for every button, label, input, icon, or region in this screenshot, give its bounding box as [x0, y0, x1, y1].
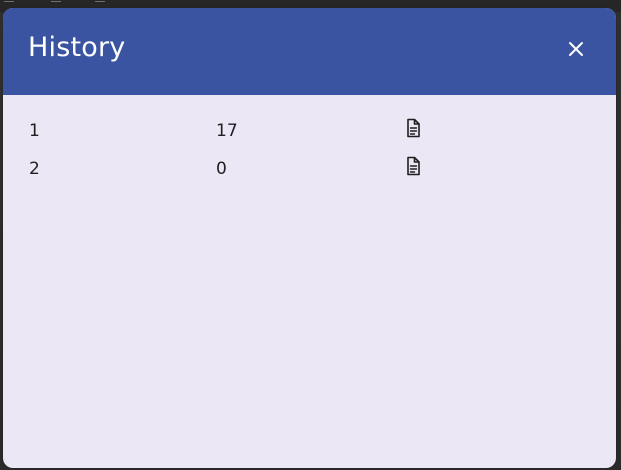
- close-button[interactable]: [567, 40, 585, 58]
- history-index: 2: [29, 159, 40, 179]
- history-index: 1: [29, 121, 40, 141]
- history-list: 1 17 2 0: [3, 95, 616, 196]
- history-modal: History 1 17 2 0: [3, 8, 616, 468]
- history-value: 17: [216, 121, 238, 141]
- history-row: 2 0: [3, 156, 616, 196]
- history-row: 1 17: [3, 118, 616, 158]
- document-icon[interactable]: [404, 156, 422, 176]
- modal-title: History: [28, 32, 126, 63]
- modal-header: History: [3, 8, 616, 95]
- document-icon[interactable]: [404, 118, 422, 138]
- history-value: 0: [216, 159, 227, 179]
- close-icon: [569, 42, 583, 56]
